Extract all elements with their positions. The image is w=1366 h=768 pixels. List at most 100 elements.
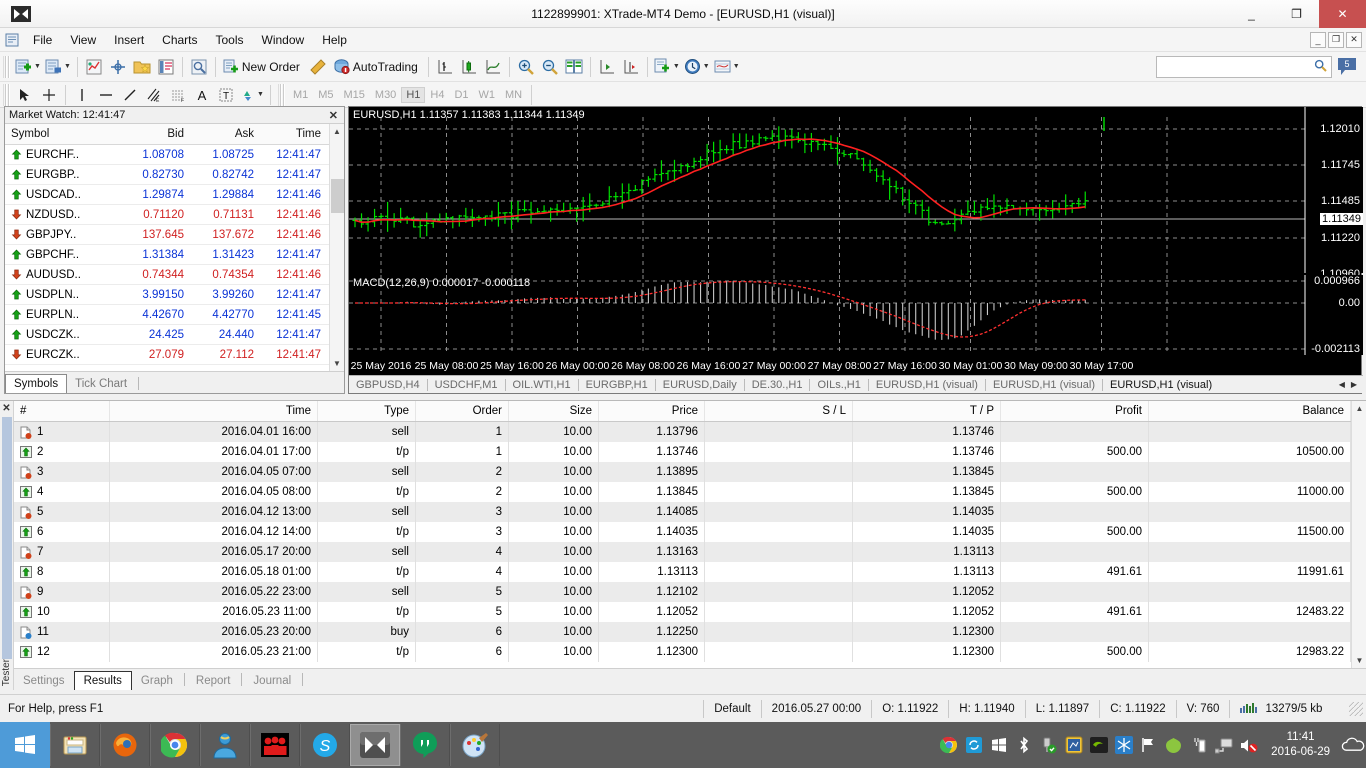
tab-scroll-left-icon[interactable]: ◀ (1336, 380, 1348, 389)
chevron-down-icon[interactable]: ▼ (733, 63, 740, 70)
column-balance[interactable]: Balance (1149, 401, 1351, 421)
zoom-in-icon[interactable] (514, 55, 538, 79)
table-row[interactable]: 1 2016.04.01 16:00 sell 1 10.00 1.13796 1.1374… (14, 422, 1351, 442)
tray-sync-icon[interactable] (963, 735, 984, 756)
table-row[interactable]: 7 2016.05.17 20:00 sell 4 10.00 1.13163 1.1311… (14, 542, 1351, 562)
timeframe-h4[interactable]: H4 (425, 87, 449, 103)
chevron-down-icon[interactable]: ▼ (34, 63, 41, 70)
table-row[interactable]: 10 2016.05.23 11:00 t/p 5 10.00 1.12052 1.1205… (14, 602, 1351, 622)
taskbar-app-red[interactable] (250, 724, 300, 766)
chart-tab[interactable]: USDCHF,M1 (428, 379, 505, 391)
menu-insert[interactable]: Insert (105, 30, 153, 50)
menu-charts[interactable]: Charts (153, 30, 206, 50)
menu-help[interactable]: Help (313, 30, 356, 50)
horizontal-line-icon[interactable] (94, 83, 118, 107)
column-type[interactable]: Type (318, 401, 416, 421)
tile-windows-icon[interactable] (562, 55, 586, 79)
taskbar-hangouts[interactable] (400, 724, 450, 766)
cursor-icon[interactable] (13, 83, 37, 107)
table-row[interactable]: 5 2016.04.12 13:00 sell 3 10.00 1.14085 1.1403… (14, 502, 1351, 522)
autotrading-button[interactable]: AutoTrading (330, 55, 424, 79)
candlestick-chart-icon[interactable] (457, 55, 481, 79)
market-watch-row[interactable]: USDCZK.. 24.425 24.440 12:41:47 (5, 325, 329, 345)
chart-tab[interactable]: DE.30.,H1 (745, 379, 810, 391)
new-chart-icon[interactable]: ▼ (13, 55, 43, 79)
timeframe-w1[interactable]: W1 (474, 87, 501, 103)
price-scale[interactable]: 1.12010 1.11745 1.11485 1.11349 1.11220 … (1305, 107, 1363, 280)
open-profile-icon[interactable]: ▼ (43, 55, 73, 79)
taskbar-clock[interactable]: 11:41 2016-06-29 (1261, 730, 1340, 760)
chart-tab[interactable]: OIL.WTI,H1 (506, 379, 578, 391)
column-time[interactable]: Time (110, 401, 318, 421)
menu-tools[interactable]: Tools (207, 30, 253, 50)
shift-chart-icon[interactable] (595, 55, 619, 79)
zoom-out-icon[interactable] (538, 55, 562, 79)
menu-window[interactable]: Window (253, 30, 314, 50)
column-sl[interactable]: S / L (705, 401, 853, 421)
chart-main-pane[interactable]: EURUSD,H1 1.11357 1.11383 1.11344 1.1134… (349, 107, 1363, 280)
table-row[interactable]: 8 2016.05.18 01:00 t/p 4 10.00 1.13113 1.13113… (14, 562, 1351, 582)
strategy-tester-icon[interactable] (187, 55, 211, 79)
new-order-button[interactable]: New Order (220, 55, 306, 79)
scroll-down-icon[interactable]: ▼ (1352, 653, 1366, 668)
column-size[interactable]: Size (509, 401, 599, 421)
taskbar-file-explorer[interactable] (50, 724, 100, 766)
market-watch-row[interactable]: EURPLN.. 4.42670 4.42770 12:41:45 (5, 305, 329, 325)
text-icon[interactable]: A (190, 83, 214, 107)
market-watch-row[interactable]: USDCAD.. 1.29874 1.29884 12:41:46 (5, 185, 329, 205)
timeframe-grip[interactable] (277, 83, 285, 106)
chevron-down-icon[interactable]: ▼ (673, 63, 680, 70)
market-watch-icon[interactable] (82, 55, 106, 79)
macd-pane[interactable]: MACD(12,26,9) 0.000017 -0.000118 0.00096… (349, 275, 1363, 355)
tab-scroll-right-icon[interactable]: ▶ (1348, 380, 1360, 389)
column-bid[interactable]: Bid (120, 124, 190, 144)
arrows-icon[interactable]: ▼ (238, 83, 266, 107)
templates-icon[interactable]: ▼ (712, 55, 742, 79)
scrollbar-thumb[interactable] (330, 179, 344, 213)
market-watch-row[interactable]: EURGBP.. 0.82730 0.82742 12:41:47 (5, 165, 329, 185)
tray-volume-muted-icon[interactable] (1238, 735, 1259, 756)
bar-chart-icon[interactable] (433, 55, 457, 79)
toolbar-grip[interactable] (3, 55, 10, 78)
timeframe-mn[interactable]: MN (500, 87, 527, 103)
auto-scroll-icon[interactable] (619, 55, 643, 79)
column-tp[interactable]: T / P (853, 401, 1001, 421)
timeframe-m1[interactable]: M1 (288, 87, 313, 103)
chart-tab[interactable]: EURUSD,Daily (656, 379, 744, 391)
column-symbol[interactable]: Symbol (5, 124, 120, 144)
tray-chrome-icon[interactable] (938, 735, 959, 756)
period-clock-icon[interactable]: ▼ (682, 55, 712, 79)
market-watch-row[interactable]: GBPJPY.. 137.645 137.672 12:41:46 (5, 225, 329, 245)
mdi-minimize-button[interactable]: _ (1310, 31, 1326, 48)
fibonacci-icon[interactable]: F (166, 83, 190, 107)
table-row[interactable]: 3 2016.04.05 07:00 sell 2 10.00 1.13895 1.1384… (14, 462, 1351, 482)
scroll-up-icon[interactable]: ▲ (1352, 401, 1366, 416)
column-ask[interactable]: Ask (190, 124, 260, 144)
mdi-close-button[interactable]: ✕ (1346, 31, 1362, 48)
results-scrollbar[interactable]: ▲ ▼ (1351, 401, 1366, 668)
table-row[interactable]: 11 2016.05.23 20:00 buy 6 10.00 1.12250 1.1230… (14, 622, 1351, 642)
tab-report[interactable]: Report (187, 672, 240, 690)
timeframe-d1[interactable]: D1 (449, 87, 473, 103)
favorites-icon[interactable] (130, 55, 154, 79)
timeframe-m15[interactable]: M15 (339, 87, 370, 103)
trendline-icon[interactable] (118, 83, 142, 107)
search-input[interactable] (1156, 55, 1332, 78)
column-time[interactable]: Time (260, 124, 327, 144)
add-template-icon[interactable]: ▼ (652, 55, 682, 79)
scroll-down-icon[interactable]: ▼ (330, 356, 345, 371)
timeframe-m5[interactable]: M5 (313, 87, 338, 103)
chart-tab[interactable]: EURUSD,H1 (visual) (986, 379, 1102, 391)
menu-file[interactable]: File (24, 30, 61, 50)
tray-flag-icon[interactable] (1138, 735, 1159, 756)
table-row[interactable]: 2 2016.04.01 17:00 t/p 1 10.00 1.13746 1.13746… (14, 442, 1351, 462)
market-watch-row[interactable]: USDPLN.. 3.99150 3.99260 12:41:47 (5, 285, 329, 305)
column-price[interactable]: Price (599, 401, 705, 421)
tab-journal[interactable]: Journal (244, 672, 300, 690)
taskbar-firefox[interactable] (100, 724, 150, 766)
chart-tab[interactable]: EURUSD,H1 (visual) (1103, 379, 1219, 391)
tab-graph[interactable]: Graph (132, 672, 182, 690)
maximize-button[interactable]: ❐ (1274, 0, 1319, 28)
taskbar-metatrader[interactable] (350, 724, 400, 766)
resize-grip[interactable] (1349, 701, 1363, 716)
